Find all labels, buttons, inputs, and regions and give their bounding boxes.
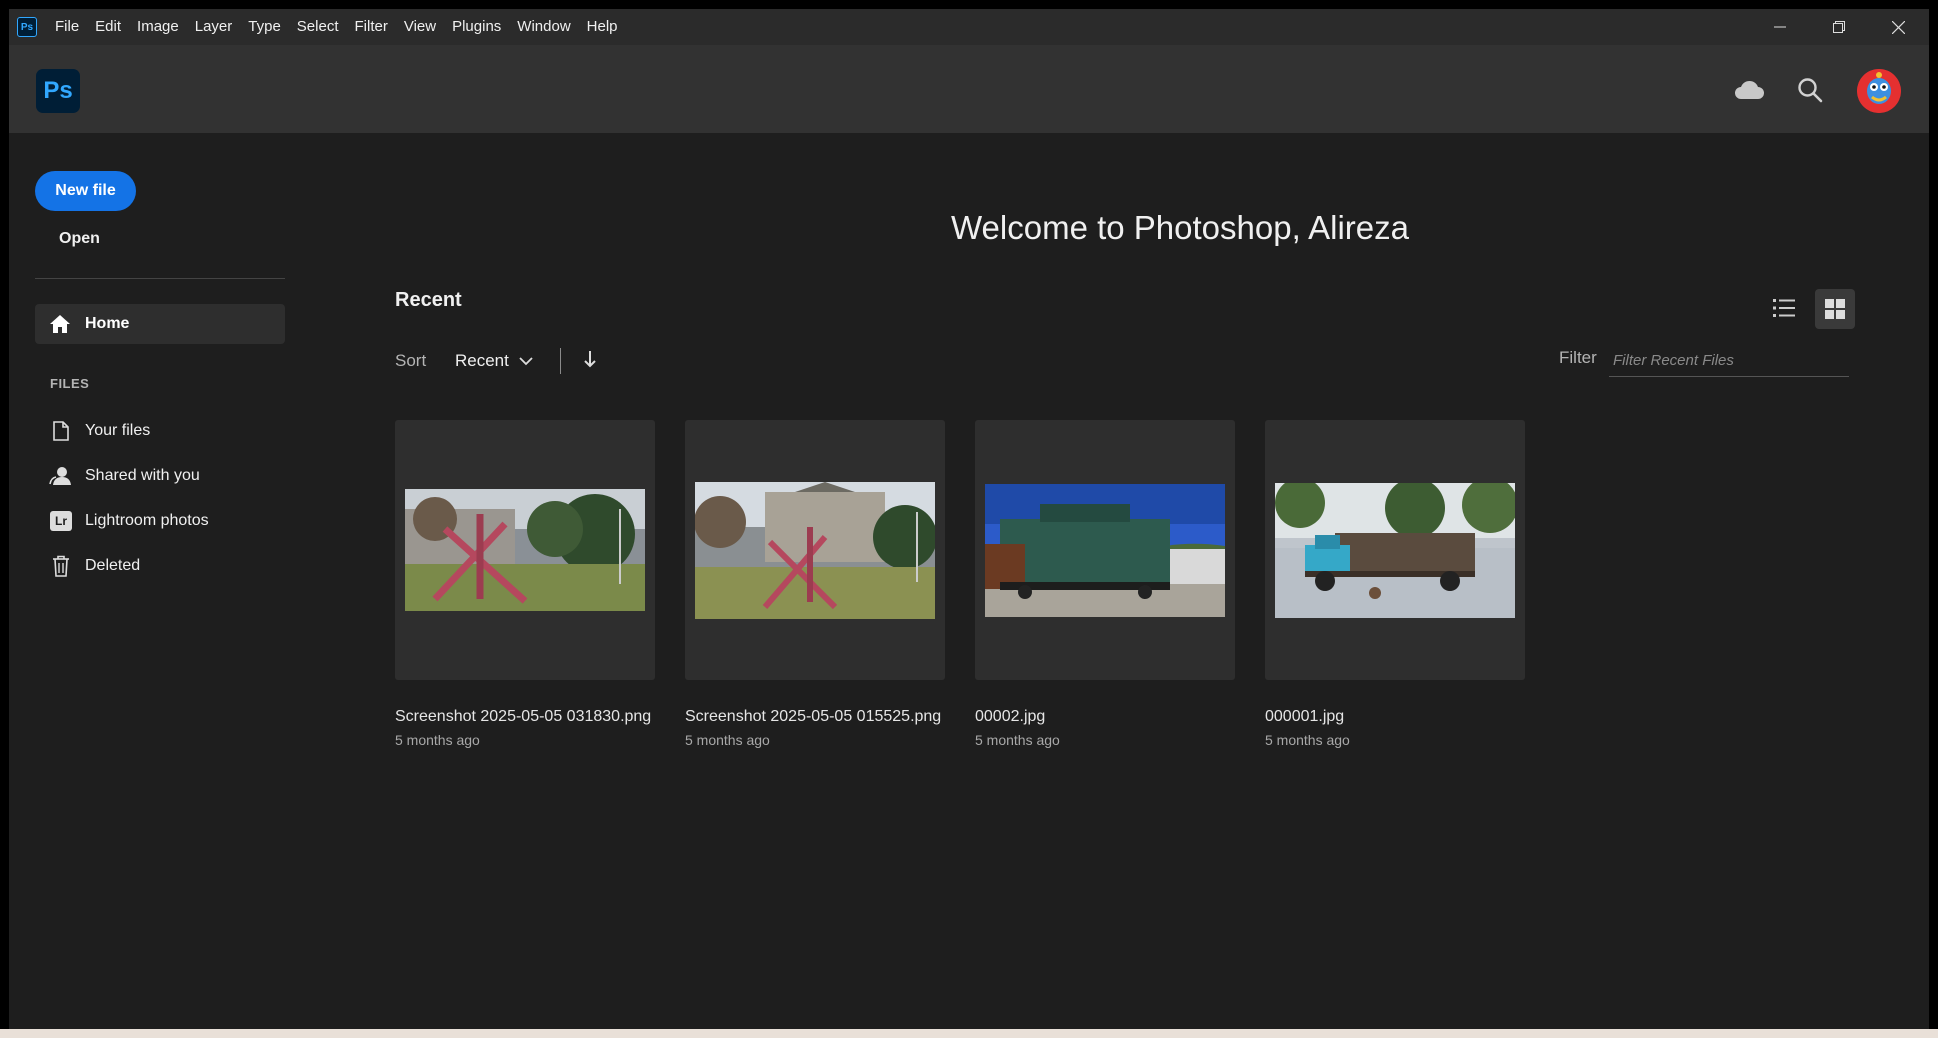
menu-edit[interactable]: Edit (87, 9, 129, 45)
filter-input[interactable] (1609, 345, 1849, 377)
grid-view-button[interactable] (1815, 289, 1855, 329)
file-thumbnail-frame (1265, 420, 1525, 680)
shared-user-icon (49, 466, 73, 486)
list-view-button[interactable] (1765, 289, 1803, 327)
sort-label: Sort (395, 351, 427, 370)
sidebar-item-label: Your files (85, 422, 151, 439)
sidebar-item-your-files[interactable]: Your files (49, 415, 150, 447)
menu-filter[interactable]: Filter (347, 9, 396, 45)
file-icon (49, 421, 73, 441)
file-name: Screenshot 2025-05-05 031830.png (395, 708, 652, 725)
trash-icon (49, 555, 73, 577)
file-name: 00002.jpg (975, 708, 1046, 725)
file-thumbnail (985, 484, 1225, 617)
app-header: Ps (9, 45, 1929, 133)
list-view-icon (1773, 299, 1795, 317)
filter-label: Filter (1559, 348, 1597, 367)
recent-heading: Recent (395, 289, 462, 311)
menu-help[interactable]: Help (579, 9, 626, 45)
menu-plugins[interactable]: Plugins (444, 9, 509, 45)
photoshop-window: Ps File Edit Image Layer Type Select Fil… (9, 9, 1929, 1029)
file-thumbnail (1275, 483, 1515, 618)
minimize-button[interactable] (1755, 9, 1805, 45)
taskbar-edge (0, 1029, 1938, 1038)
sidebar-item-deleted[interactable]: Deleted (49, 550, 140, 582)
sidebar-item-lightroom-photos[interactable]: Lr Lightroom photos (49, 505, 209, 537)
grid-view-icon (1825, 299, 1845, 319)
files-section-heading: FILES (50, 376, 90, 391)
photoshop-logo[interactable]: Ps (36, 69, 80, 113)
avatar-image (1857, 69, 1901, 113)
cloud-icon[interactable] (1730, 71, 1768, 109)
welcome-text: Welcome to Photoshop, Alireza (951, 209, 1409, 246)
menu-image[interactable]: Image (129, 9, 187, 45)
welcome-heading: Welcome to Photoshop, Alireza (9, 209, 1929, 247)
arrow-down-icon (584, 351, 596, 368)
file-name: 000001.jpg (1265, 708, 1345, 725)
recent-file-card[interactable]: 00002.jpg 5 months ago (975, 420, 1235, 748)
file-time: 5 months ago (975, 732, 1060, 748)
sort-separator (560, 348, 561, 374)
photoshop-app-icon[interactable]: Ps (17, 17, 37, 37)
close-window-button[interactable] (1873, 9, 1923, 45)
recent-file-card[interactable]: 000001.jpg 5 months ago (1265, 420, 1525, 748)
sidebar-divider (35, 278, 285, 279)
search-icon[interactable] (1791, 71, 1829, 109)
avatar[interactable] (1857, 69, 1901, 113)
menu-window[interactable]: Window (509, 9, 578, 45)
file-thumbnail (695, 482, 935, 619)
minimize-icon (1774, 26, 1786, 28)
file-thumbnail-frame (395, 420, 655, 680)
chevron-down-icon (519, 357, 533, 366)
sidebar-item-home[interactable]: Home (35, 304, 285, 344)
menu-bar: Ps File Edit Image Layer Type Select Fil… (9, 9, 1929, 45)
sort-dropdown[interactable]: Recent (455, 351, 533, 371)
close-icon (1891, 20, 1905, 34)
sort-direction-button[interactable] (583, 350, 597, 373)
file-thumbnail-frame (685, 420, 945, 680)
file-time: 5 months ago (395, 732, 480, 748)
file-time: 5 months ago (1265, 732, 1350, 748)
home-icon (49, 314, 73, 334)
sidebar-item-label: Shared with you (85, 467, 200, 484)
file-time: 5 months ago (685, 732, 770, 748)
sort-value: Recent (455, 351, 509, 370)
sidebar-item-label: Home (85, 315, 130, 332)
sidebar-item-shared-with-you[interactable]: Shared with you (49, 460, 200, 492)
menu-layer[interactable]: Layer (187, 9, 241, 45)
file-thumbnail (405, 489, 645, 611)
menu-file[interactable]: File (47, 9, 87, 45)
menu-select[interactable]: Select (289, 9, 347, 45)
file-thumbnail-frame (975, 420, 1235, 680)
menu-type[interactable]: Type (240, 9, 289, 45)
lightroom-icon: Lr (49, 511, 73, 531)
sidebar-item-label: Lightroom photos (85, 512, 209, 529)
menu-view[interactable]: View (396, 9, 444, 45)
restore-icon (1833, 21, 1845, 33)
file-name: Screenshot 2025-05-05 015525.png (685, 708, 942, 725)
recent-file-card[interactable]: Screenshot 2025-05-05 015525.png 5 month… (685, 420, 945, 748)
recent-file-card[interactable]: Screenshot 2025-05-05 031830.png 5 month… (395, 420, 655, 748)
sidebar-item-label: Deleted (85, 557, 141, 574)
restore-button[interactable] (1814, 9, 1864, 45)
new-file-button[interactable]: New file (35, 171, 136, 211)
